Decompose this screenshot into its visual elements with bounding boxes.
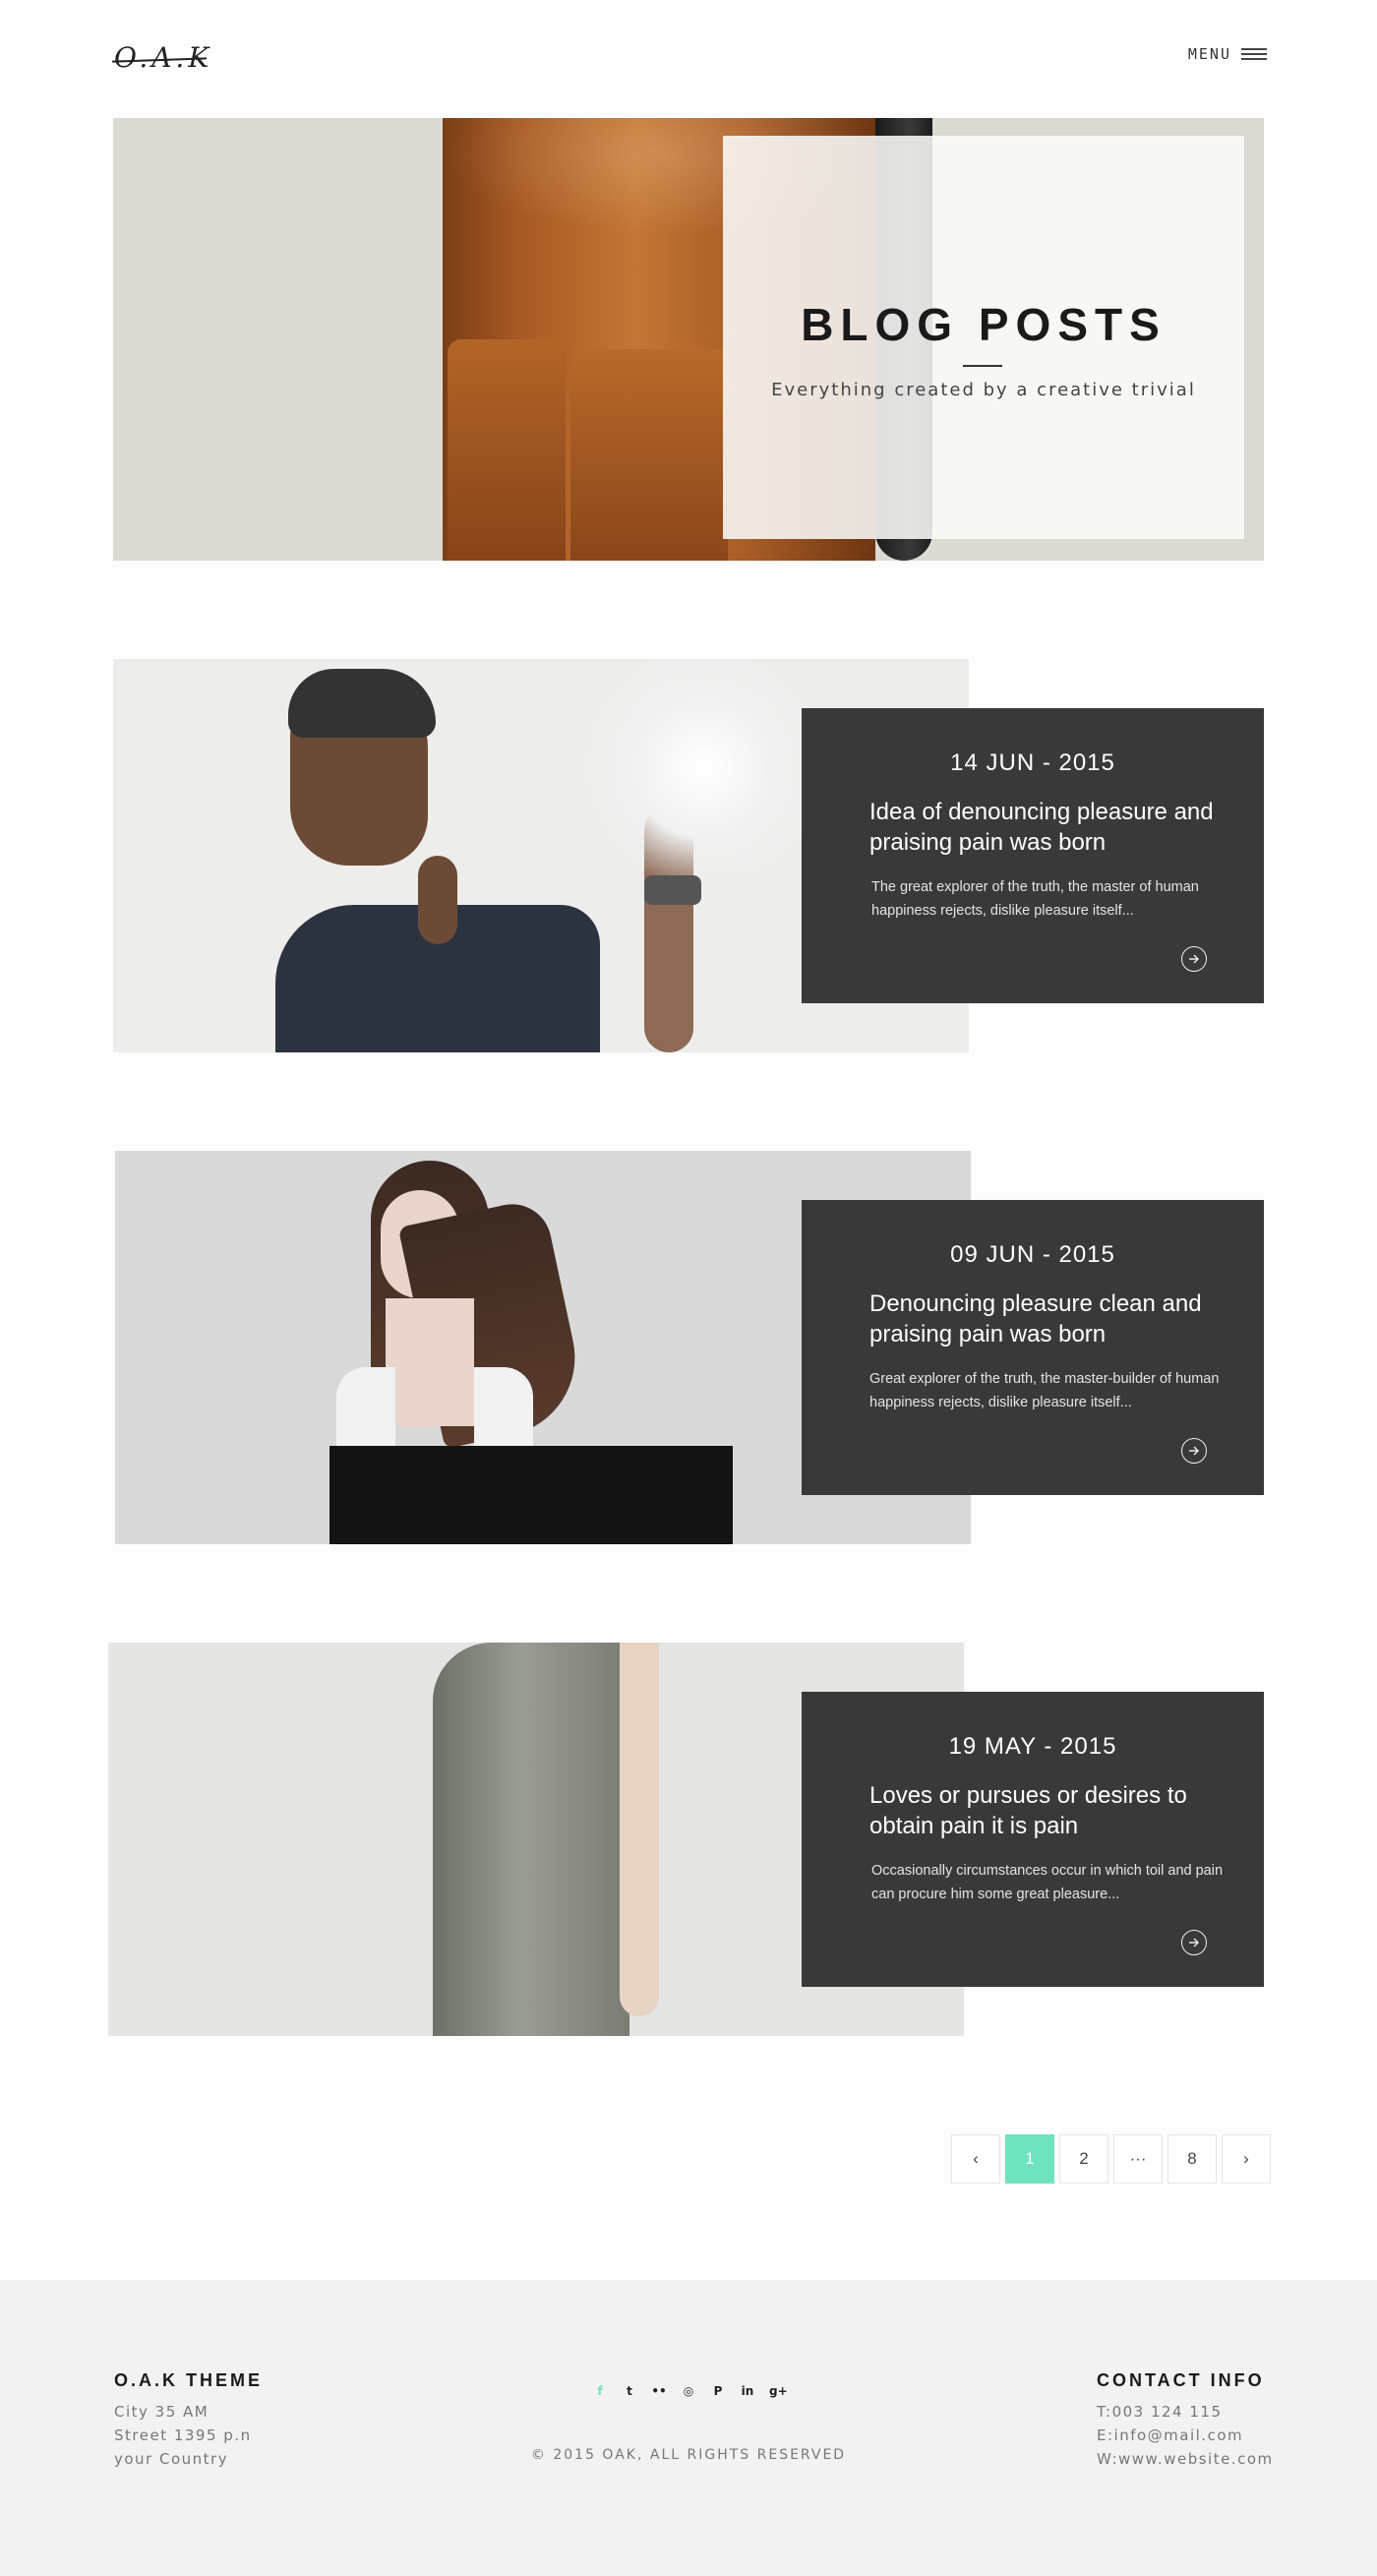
footer-address-line: Street 1395 p.n [114,2426,252,2444]
post-image-shoulder-left [336,1367,395,1456]
post-card: 09 JUN - 2015 Denouncing pleasure clean … [802,1200,1264,1495]
post-image-garment [329,1446,733,1544]
post-date: 14 JUN - 2015 [950,749,1115,776]
post-excerpt: Great explorer of the truth, the master-… [869,1371,1220,1410]
bag-pocket-left [448,339,566,561]
post-card: 19 MAY - 2015 Loves or pursues or desire… [802,1692,1264,1987]
footer-contact-phone: T:003 124 115 [1097,2403,1223,2421]
hamburger-icon [1241,47,1267,61]
next-page-button[interactable]: › [1222,2134,1271,2184]
dribbble-icon[interactable]: ◎ [681,2384,696,2398]
post-title[interactable]: Loves or pursues or desires to obtain pa… [869,1780,1234,1841]
post-card: 14 JUN - 2015 Idea of denouncing pleasur… [802,708,1264,1003]
footer: O.A.K THEME City 35 AM Street 1395 p.n y… [0,2280,1377,2576]
page-ellipsis[interactable]: ··· [1113,2134,1163,2184]
page-8-button[interactable]: 8 [1167,2134,1217,2184]
google-plus-icon[interactable]: g+ [769,2384,788,2398]
page-title: BLOG POSTS [801,299,1167,350]
post-image-watch [644,875,701,905]
post-image-powder [566,659,841,875]
hero-card: BLOG POSTS Everything created by a creat… [723,136,1244,539]
footer-theme-title: O.A.K THEME [114,2370,264,2390]
read-more-arrow-icon[interactable] [1181,1438,1207,1464]
menu-button[interactable]: MENU [1188,45,1267,63]
post-excerpt: The great explorer of the truth, the mas… [871,879,1199,919]
pagination: ‹ 1 2 ··· 8 › [946,2134,1271,2184]
social-links: f t •• ◎ P in g+ [592,2384,788,2398]
footer-address-line: City 35 AM [114,2403,210,2421]
page-subtitle: Everything created by a creative trivial [771,380,1196,400]
menu-label: MENU [1187,45,1231,63]
post-image-dress [433,1643,629,2036]
footer-contact-website[interactable]: W:www.website.com [1097,2450,1274,2468]
post-title[interactable]: Idea of denouncing pleasure and praising… [869,797,1234,858]
post-image-hair [288,669,436,738]
post-image-neck [418,856,457,944]
linkedin-icon[interactable]: in [740,2384,755,2398]
post-excerpt: Occasionally circumstances occur in whic… [871,1863,1224,1902]
page-2-button[interactable]: 2 [1059,2134,1108,2184]
twitter-icon[interactable]: t [622,2384,637,2398]
post-image-shoulder-right [474,1367,533,1456]
bag-pocket-right [570,349,728,561]
hero-banner: BLOG POSTS Everything created by a creat… [113,118,1264,561]
post-date: 19 MAY - 2015 [948,1733,1117,1760]
post-image-neck [386,1298,474,1426]
footer-contact-email[interactable]: E:info@mail.com [1097,2426,1243,2444]
read-more-arrow-icon[interactable] [1181,1930,1207,1955]
page-1-button[interactable]: 1 [1005,2134,1054,2184]
title-divider [963,365,1002,367]
facebook-icon[interactable]: f [592,2384,608,2398]
post-date: 09 JUN - 2015 [950,1241,1115,1268]
post-title[interactable]: Denouncing pleasure clean and praising p… [869,1288,1234,1349]
prev-page-button[interactable]: ‹ [951,2134,1000,2184]
pinterest-icon[interactable]: P [710,2384,726,2398]
read-more-arrow-icon[interactable] [1181,946,1207,972]
flickr-icon[interactable]: •• [651,2384,667,2398]
footer-contact-title: CONTACT INFO [1097,2370,1265,2390]
post-image-arm-right [620,1643,659,2016]
